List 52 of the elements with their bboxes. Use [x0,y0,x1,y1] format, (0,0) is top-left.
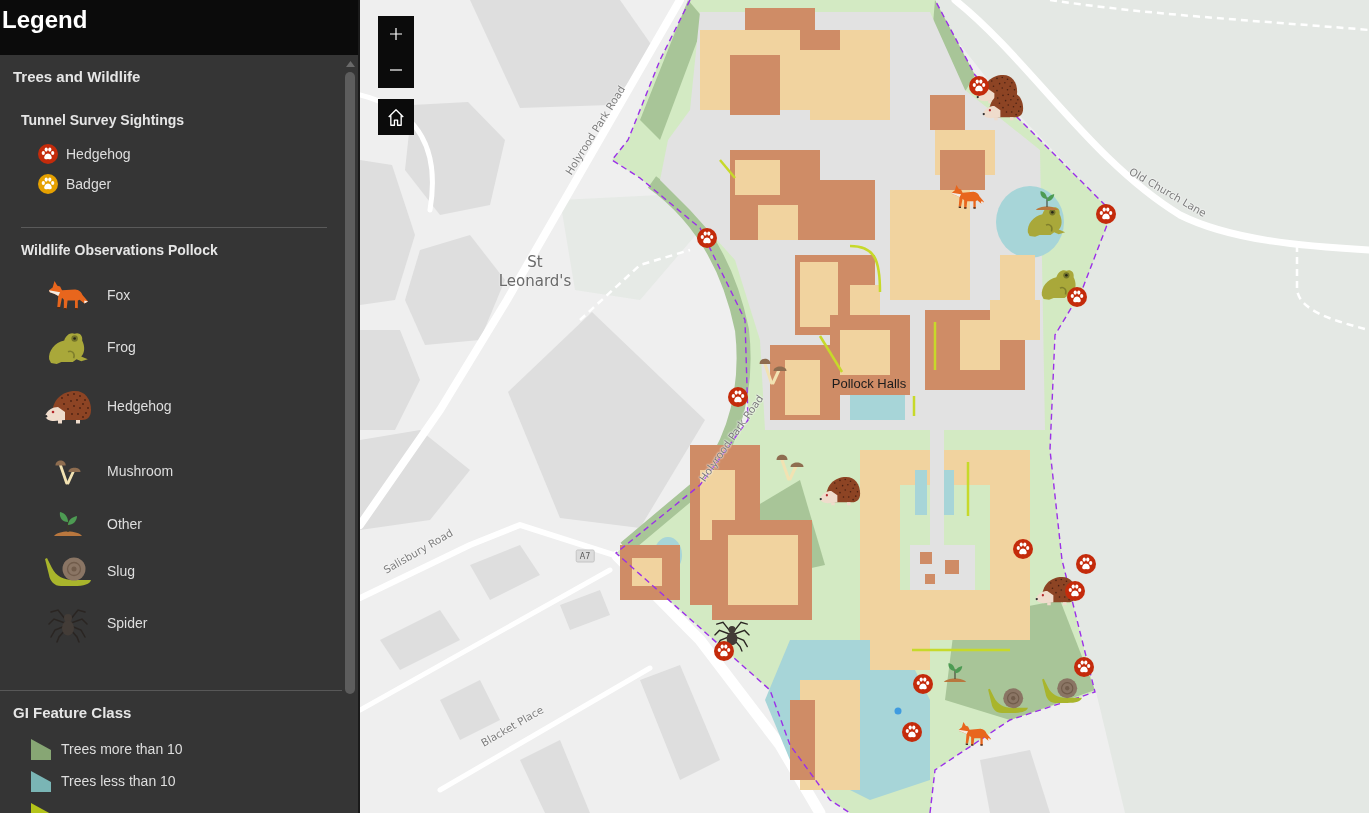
legend-item-label: Trees less than 10 [61,772,176,790]
fox-icon [47,280,89,310]
legend-item-label: Trees more than 10 [61,740,183,758]
snail-icon [1041,677,1083,703]
legend-item-label: Mushroom [107,462,174,480]
legend-item-label: Other [107,515,142,533]
legend-item-label: Hedgehog [107,397,172,415]
pond [850,395,905,420]
layer-title: Trees and Wildlife [13,67,142,87]
city-block [470,545,540,600]
hedge-line [719,159,736,179]
hedge-line [818,335,844,373]
hedgehog-icon [44,388,92,424]
fox-icon [951,183,985,209]
building [945,560,959,574]
legend-item-label: Frog [107,338,136,356]
hedgehog-icon [819,474,861,506]
city-block [560,590,610,630]
plus-icon [390,28,402,40]
hedge-line [912,396,916,416]
road-shield: A7 [575,549,595,563]
group-title: Tunnel Survey Sightings [21,111,186,130]
scrollbar-thumb[interactable] [345,72,355,694]
pond [915,470,927,515]
point-marker-icon [894,707,902,715]
sprout-icon [53,511,83,537]
hedge-line [966,462,970,516]
home-button[interactable] [378,99,414,135]
legend-item-label: Fox [107,286,131,304]
sprout-icon [943,661,967,683]
minus-icon [390,69,402,71]
layer-title: GI Feature Class [13,703,133,723]
legend-item-label: Slug [107,562,136,580]
building [925,574,935,584]
scroll-up-icon[interactable] [345,61,355,67]
legend-title: Legend [1,5,88,35]
snail-icon [44,556,92,586]
group-title: Wildlife Observations Pollock [21,241,219,260]
hedge-line [849,244,882,292]
home-icon [388,108,404,126]
legend-item-label: Badger [66,175,112,193]
legend-item-label: Spider [107,614,148,632]
building [920,552,932,564]
zoom-in-button[interactable] [378,16,414,52]
legend-item-label: Hedgehog [66,145,131,163]
sprout-icon [1035,189,1059,211]
hedge-line [933,322,937,370]
frog-icon [47,330,89,364]
area-label: Pollock Halls [831,375,907,391]
place-label: St Leonard's [497,253,573,291]
fox-icon [958,720,992,746]
snail-icon [987,687,1029,713]
